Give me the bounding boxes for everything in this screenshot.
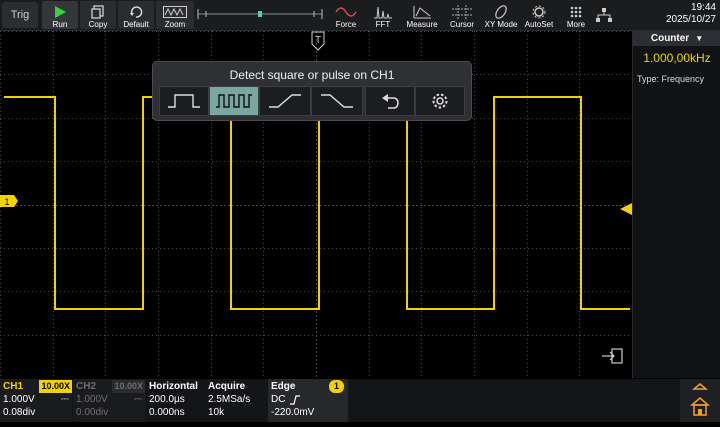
pulse-option-button[interactable]: [159, 86, 209, 116]
copy-button[interactable]: Copy: [80, 1, 116, 29]
trigger-position-label: T: [315, 35, 321, 46]
autoset-label: AutoSet: [524, 20, 554, 29]
horizontal-label: Horizontal: [149, 380, 198, 392]
horizontal-timebase: 200.0µs: [149, 394, 185, 405]
settings-button[interactable]: [415, 86, 465, 116]
fft-button[interactable]: FFT: [366, 1, 400, 29]
settings-icon: [432, 93, 448, 109]
counter-header[interactable]: Counter ▼: [633, 31, 720, 46]
reset-icon: [123, 4, 149, 20]
ch2-probe: 10.00X: [112, 379, 145, 393]
ch2-label: CH2: [76, 380, 97, 392]
ch1-level-marker[interactable]: 1: [0, 195, 18, 207]
force-label: Force: [335, 20, 357, 29]
force-wave-icon: [333, 4, 359, 20]
timebase-position-bar[interactable]: [196, 6, 324, 22]
status-bar: CH1 10.00X 1.000V ⎓ 0.08div CH2 10.00X 1…: [0, 379, 720, 422]
clock: 19:44 2025/10/27: [666, 2, 716, 26]
cursor-button[interactable]: Cursor: [444, 1, 480, 29]
square-wave-option-button[interactable]: [209, 86, 259, 116]
ch1-panel[interactable]: CH1 10.00X 1.000V ⎓ 0.08div: [0, 379, 72, 422]
more-label: More: [566, 20, 586, 29]
fft-icon: [370, 4, 396, 20]
clock-date: 2025/10/27: [665, 14, 716, 25]
home-icon[interactable]: [690, 397, 710, 416]
measure-button[interactable]: Measure: [404, 1, 440, 29]
measurement-panel: Counter ▼ 1.000,00kHz Type: Frequency: [632, 31, 720, 378]
acquire-rate: 2.5MSa/s: [208, 394, 251, 405]
ch2-offset: 0.00div: [76, 407, 109, 418]
trigger-panel[interactable]: Edge 1 DC -220.0mV: [268, 379, 348, 422]
xy-mode-icon: [488, 4, 514, 20]
acquire-panel[interactable]: Acquire 2.5MSa/s 10k: [205, 379, 267, 422]
ch2-coupling: ⎓: [134, 394, 142, 405]
measure-label: Measure: [406, 20, 438, 29]
acquire-depth: 10k: [208, 407, 225, 418]
horizontal-position: 0.000ns: [149, 407, 185, 418]
play-icon: [47, 4, 73, 20]
copy-label: Copy: [88, 20, 108, 29]
trig-button[interactable]: Trig: [2, 2, 38, 28]
ch2-scale: 1.000V: [76, 394, 108, 405]
run-button[interactable]: Run: [42, 1, 78, 29]
exit-icon[interactable]: [602, 348, 623, 364]
popup-title: Detect square or pulse on CH1: [229, 68, 395, 82]
counter-value: 1.000,00kHz: [643, 51, 711, 65]
default-label: Default: [123, 20, 149, 29]
toolbar: Trig Run Copy Default Zoom Force FFT Mea…: [0, 0, 720, 31]
expand-up-icon[interactable]: [691, 383, 709, 390]
pulse-icon: [168, 94, 200, 108]
home-panel: [680, 379, 720, 422]
acquire-label: Acquire: [208, 380, 246, 392]
horizontal-panel[interactable]: Horizontal 200.0µs 0.000ns: [146, 379, 204, 422]
zoom-button[interactable]: Zoom: [156, 1, 194, 29]
counter-title: Counter: [650, 33, 690, 44]
cursor-label: Cursor: [449, 20, 474, 29]
falling-edge-icon: [321, 94, 353, 108]
trigger-level: -220.0mV: [271, 407, 315, 418]
run-label: Run: [52, 20, 68, 29]
network-icon: [595, 7, 617, 23]
undo-icon: [382, 94, 399, 109]
force-button[interactable]: Force: [330, 1, 362, 29]
falling-edge-option-button[interactable]: [311, 86, 363, 116]
more-icon: [563, 4, 589, 20]
xy-mode-label: XY Mode: [484, 20, 518, 29]
square-wave-icon: [216, 94, 252, 108]
ch1-level-label: 1: [4, 197, 9, 207]
rising-edge-icon: [290, 394, 301, 405]
zoom-label: Zoom: [164, 20, 186, 29]
trigger-position-marker[interactable]: T: [311, 31, 325, 51]
xy-mode-button[interactable]: XY Mode: [482, 1, 520, 29]
default-button[interactable]: Default: [118, 1, 154, 29]
ch2-panel[interactable]: CH2 10.00X 1.000V ⎓ 0.00div: [73, 379, 145, 422]
trigger-label: Edge: [271, 380, 296, 392]
counter-type: Type: Frequency: [637, 74, 705, 84]
more-button[interactable]: More: [560, 1, 592, 29]
measure-icon: [409, 4, 435, 20]
rising-edge-option-button[interactable]: [259, 86, 311, 116]
cursor-icon: [449, 4, 475, 20]
fft-label: FFT: [375, 20, 391, 29]
trigger-channel-badge: 1: [328, 379, 344, 393]
autoset-icon: [526, 4, 552, 20]
ch1-probe: 10.00X: [39, 379, 72, 393]
copy-icon: [85, 4, 111, 20]
ch1-scale: 1.000V: [3, 394, 35, 405]
signal-detect-popup: Detect square or pulse on CH1: [152, 61, 472, 121]
clock-time: 19:44: [690, 2, 716, 13]
rising-edge-icon: [269, 94, 301, 108]
trigger-level-marker[interactable]: [620, 203, 632, 215]
ch1-label: CH1: [3, 380, 24, 392]
trigger-coupling: DC: [271, 394, 286, 405]
zoom-icon: [162, 4, 188, 20]
dropdown-icon: ▼: [695, 34, 704, 43]
ch1-offset: 0.08div: [3, 407, 36, 418]
ch1-coupling: ⎓: [61, 394, 69, 405]
undo-button[interactable]: [365, 86, 415, 116]
autoset-button[interactable]: AutoSet: [522, 1, 556, 29]
